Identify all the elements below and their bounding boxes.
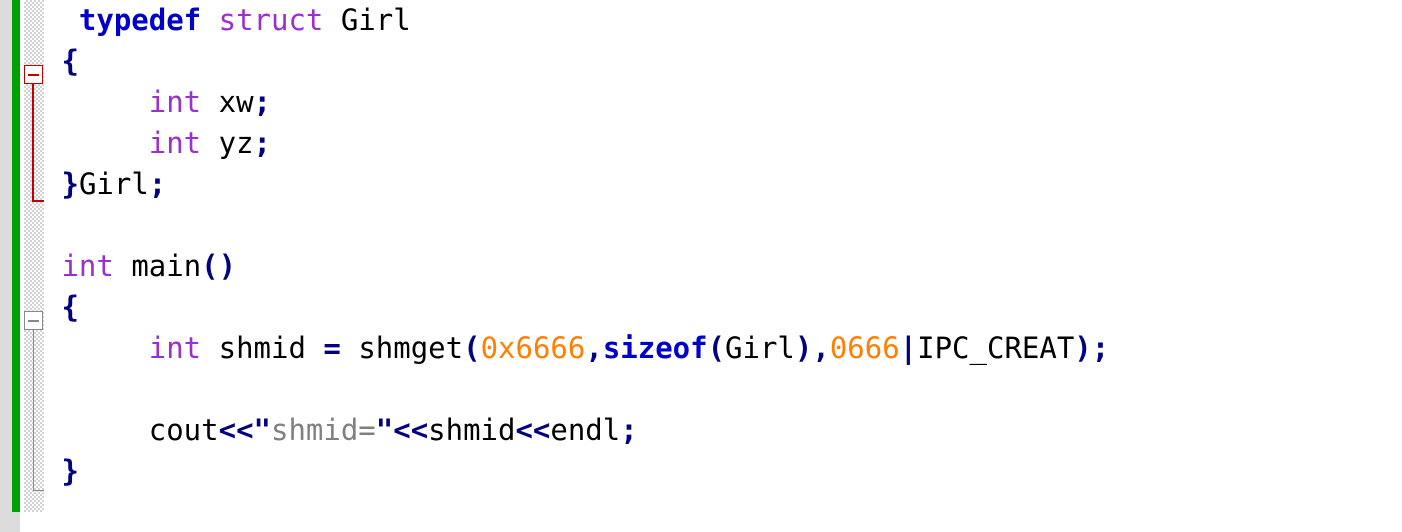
code-line[interactable]: }: [44, 451, 1109, 492]
code-line[interactable]: typedef struct Girl: [44, 0, 1109, 41]
code-token-number: 0666: [829, 331, 900, 365]
code-line[interactable]: {: [44, 287, 1109, 328]
code-token-punct: (: [707, 331, 726, 365]
code-token-ident: shmid: [428, 413, 516, 447]
code-token-punct: ,: [585, 331, 603, 365]
code-token-punct: {: [61, 44, 79, 78]
fold-rail-region-1: [32, 84, 34, 202]
code-token-punct: }: [61, 167, 79, 201]
code-line[interactable]: cout<<"shmid="<<shmid<<endl;: [44, 410, 1109, 451]
code-token-punct: (): [201, 249, 237, 283]
fold-collapse-icon: [28, 320, 39, 322]
code-token-punct: <<: [393, 413, 429, 447]
fold-toggle-region-1[interactable]: [24, 65, 43, 84]
code-editor: typedef struct Girl { int xw; int yz; }G…: [0, 0, 1402, 532]
fold-collapse-icon: [28, 74, 39, 76]
code-token-ident: yz: [218, 126, 254, 160]
code-token-number: 0x6666: [480, 331, 586, 365]
code-line[interactable]: [44, 369, 1109, 410]
code-line[interactable]: {: [44, 41, 1109, 82]
code-token-ident: Girl: [725, 331, 795, 365]
code-token-ident: IPC_CREAT: [917, 331, 1075, 365]
code-line[interactable]: int shmid = shmget(0x6666,sizeof(Girl),0…: [44, 328, 1109, 369]
code-token-punct: ): [1074, 331, 1092, 365]
code-line[interactable]: [44, 205, 1109, 246]
code-token-ident: endl: [550, 413, 621, 447]
code-text-area[interactable]: typedef struct Girl { int xw; int yz; }G…: [44, 0, 1109, 492]
code-token-punct: |: [899, 331, 918, 365]
code-token-punct: <<: [218, 413, 254, 447]
code-token-punct: ;: [1091, 331, 1110, 365]
code-token-punct: (: [463, 331, 481, 365]
code-token-keyword: typedef: [78, 3, 202, 37]
code-line[interactable]: int main(): [44, 246, 1109, 287]
code-token-punct: <<: [515, 413, 551, 447]
code-token-keyword: sizeof: [602, 331, 708, 365]
code-line[interactable]: }Girl;: [44, 164, 1109, 205]
code-token-type: int: [148, 126, 202, 160]
code-token-ident: cout: [148, 413, 219, 447]
code-token-punct: ;: [253, 85, 272, 119]
code-token-punct: ;: [253, 126, 272, 160]
code-token-punct: ;: [148, 167, 167, 201]
code-token-ident: xw: [218, 85, 254, 119]
code-token-punct: }: [61, 454, 79, 488]
change-bar-modified-indicator: [12, 0, 20, 512]
code-token-punct: =: [323, 331, 341, 365]
code-token-punct: ": [375, 413, 394, 447]
fold-toggle-region-2[interactable]: [24, 311, 43, 330]
fold-foot-region-1: [32, 200, 44, 202]
code-token-ident: Girl: [340, 3, 411, 37]
code-token-ident: Girl: [78, 167, 149, 201]
code-token-type: int: [61, 249, 114, 283]
code-token-punct: ": [253, 413, 271, 447]
change-bar-tail: [12, 512, 20, 532]
fold-rail-region-2: [33, 330, 34, 491]
code-token-type: int: [148, 85, 202, 119]
code-token-punct: ): [794, 331, 813, 365]
code-line[interactable]: int xw;: [44, 82, 1109, 123]
code-token-ident: shmget: [358, 331, 464, 365]
fold-foot-region-2: [33, 490, 44, 491]
code-line[interactable]: int yz;: [44, 123, 1109, 164]
fold-margin-tail: [24, 512, 44, 532]
code-token-type: int: [148, 331, 202, 365]
code-token-punct: ,: [812, 331, 830, 365]
code-token-ident: shmid: [218, 331, 306, 365]
code-token-string: shmid=: [271, 413, 376, 447]
code-token-type: struct: [218, 3, 324, 37]
code-token-ident: main: [131, 249, 202, 283]
code-token-punct: ;: [620, 413, 638, 447]
code-token-punct: {: [61, 290, 79, 324]
editor-outer-margin: [0, 0, 12, 532]
